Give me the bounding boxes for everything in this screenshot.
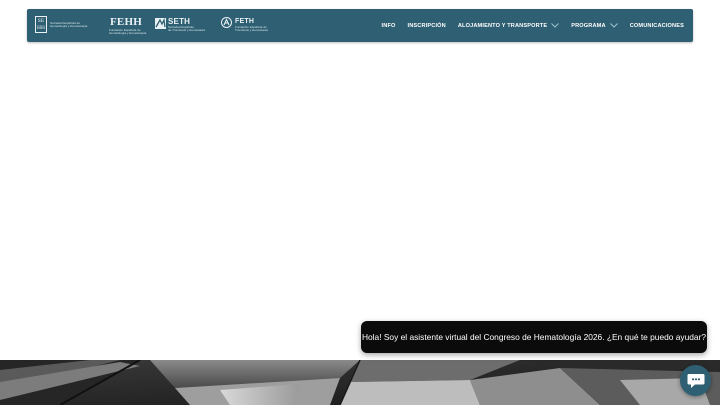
fehh-logo[interactable]: FEHH Fundación Española de Hematología y… <box>109 16 151 35</box>
chat-greeting-text: Hola! Soy el asistente virtual del Congr… <box>361 332 707 342</box>
main-nav: INFO INSCRIPCIÓN ALOJAMIENTO Y TRANSPORT… <box>382 9 684 42</box>
hero-image <box>0 360 720 405</box>
feth-logo-wordmark: FETH <box>235 18 255 25</box>
chevron-down-icon <box>609 23 618 28</box>
chevron-down-icon <box>551 23 560 28</box>
sehh-logo-caption: Sociedad Española de Hematología y Hemot… <box>50 21 88 29</box>
nav-item-inscripcion[interactable]: INSCRIPCIÓN <box>408 23 446 29</box>
sehh-logo-mark: SE HH <box>35 16 47 33</box>
nav-item-info[interactable]: INFO <box>382 23 396 29</box>
nav-item-comunicaciones[interactable]: COMUNICACIONES <box>630 23 684 29</box>
sehh-logo[interactable]: SE HH Sociedad Española de Hematología y… <box>35 16 99 35</box>
nav-item-programa[interactable]: PROGRAMA <box>571 23 618 29</box>
seth-logo[interactable]: SETH Sociedad Española de Trombosis y He… <box>155 16 207 35</box>
feth-logo[interactable]: FETH Fundación Española de Trombosis y H… <box>221 16 268 35</box>
site-header: SE HH Sociedad Española de Hematología y… <box>27 9 693 42</box>
chat-icon <box>687 373 704 388</box>
chat-launcher-button[interactable] <box>680 365 711 396</box>
fehh-logo-caption: Fundación Española de Hematología y Hemo… <box>109 28 147 36</box>
chat-greeting-bubble[interactable]: Hola! Soy el asistente virtual del Congr… <box>361 321 707 353</box>
feth-logo-icon <box>221 17 232 28</box>
fehh-logo-wordmark: FEHH <box>110 16 142 28</box>
nav-item-alojamiento[interactable]: ALOJAMIENTO Y TRANSPORTE <box>458 23 560 29</box>
feth-logo-caption: Fundación Española de Trombosis y Hemost… <box>235 25 268 33</box>
hero-photo <box>0 360 720 405</box>
seth-logo-caption: Sociedad Española de Trombosis y Hemosta… <box>168 25 206 33</box>
seth-logo-icon <box>155 18 166 29</box>
